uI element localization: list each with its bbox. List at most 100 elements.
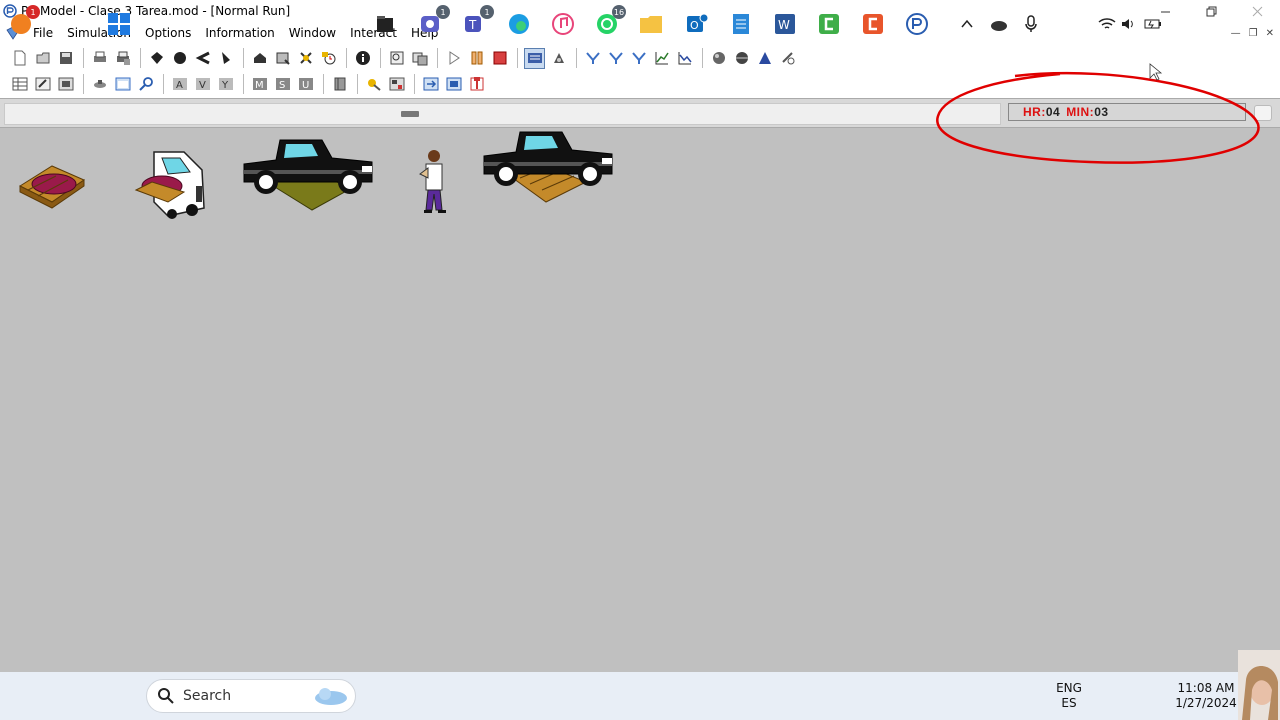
pause-icon[interactable] <box>467 49 486 68</box>
info-icon[interactable] <box>353 49 372 68</box>
windows-start-icon[interactable] <box>106 11 132 37</box>
teams-meeting-icon[interactable]: 1 <box>418 5 450 37</box>
path-icon[interactable] <box>193 49 212 68</box>
capcut-icon[interactable] <box>860 11 886 37</box>
edge-icon[interactable] <box>506 11 532 37</box>
edit-icon[interactable] <box>33 75 52 94</box>
restore-icon <box>1206 6 1216 16</box>
copy-icon[interactable] <box>56 75 75 94</box>
filter3-icon[interactable] <box>629 49 648 68</box>
svg-text:V: V <box>199 80 206 91</box>
processing-icon[interactable] <box>250 49 269 68</box>
s-icon[interactable]: S <box>273 75 292 94</box>
play-icon[interactable] <box>444 49 463 68</box>
tools-icon[interactable] <box>778 49 797 68</box>
m-icon[interactable]: M <box>250 75 269 94</box>
svg-text:Y: Y <box>221 80 229 91</box>
open-icon[interactable] <box>33 49 52 68</box>
scrollbar-thumb[interactable] <box>401 111 419 117</box>
layout-edit-icon[interactable] <box>421 75 440 94</box>
volume-icon[interactable] <box>1116 11 1142 37</box>
book-icon[interactable] <box>330 75 349 94</box>
notification-icon[interactable]: 1 <box>8 5 40 37</box>
stop-icon[interactable] <box>490 49 509 68</box>
mdi-restore-icon[interactable]: ❐ <box>1249 28 1258 39</box>
pallet-icon[interactable] <box>16 156 88 212</box>
clock-area[interactable]: 11:08 AM 1/27/2024 <box>1174 681 1238 711</box>
print-icon[interactable] <box>90 49 109 68</box>
mdi-close-icon[interactable]: ✕ <box>1266 28 1274 39</box>
truck-with-pallet-icon[interactable] <box>240 136 376 212</box>
shifts-icon[interactable] <box>296 49 315 68</box>
menu-options[interactable]: Options <box>138 22 198 44</box>
chart-icon[interactable] <box>652 49 671 68</box>
chart2-icon[interactable] <box>675 49 694 68</box>
svg-text:U: U <box>302 80 309 91</box>
folder-icon[interactable] <box>638 11 664 37</box>
language-indicator[interactable]: ENG ES <box>1052 681 1086 711</box>
layout-canvas[interactable] <box>0 128 1280 672</box>
save-icon[interactable] <box>56 49 75 68</box>
clock-min-value: 03 <box>1094 105 1109 119</box>
y-icon[interactable]: Y <box>216 75 235 94</box>
onedrive-icon[interactable] <box>986 11 1012 37</box>
resource-icon[interactable] <box>216 49 235 68</box>
filter-icon[interactable] <box>583 49 602 68</box>
filter2-icon[interactable] <box>606 49 625 68</box>
forklift-icon[interactable] <box>132 146 212 220</box>
link-icon[interactable] <box>90 75 109 94</box>
camtasia-icon[interactable] <box>816 11 842 37</box>
horizontal-scrollbar[interactable] <box>4 103 1001 125</box>
taskbar-search[interactable]: Search <box>146 679 356 713</box>
print-setup-icon[interactable] <box>113 49 132 68</box>
word-icon[interactable]: W <box>772 11 798 37</box>
taskbar-time: 11:08 AM <box>1177 681 1235 695</box>
teams-icon[interactable]: T1 <box>462 5 494 37</box>
sphere-icon[interactable] <box>709 49 728 68</box>
globe-icon[interactable] <box>732 49 751 68</box>
truck-icon[interactable] <box>480 128 616 204</box>
new-icon[interactable] <box>10 49 29 68</box>
outlook-icon[interactable]: O <box>684 11 710 37</box>
table-icon[interactable] <box>10 75 29 94</box>
whatsapp-icon[interactable]: 16 <box>594 5 626 37</box>
trace-icon[interactable] <box>549 49 568 68</box>
layout-icon[interactable] <box>410 49 429 68</box>
export-icon[interactable] <box>444 75 463 94</box>
whatsapp-badge: 16 <box>612 5 626 19</box>
promodel-icon[interactable] <box>902 11 932 37</box>
mdi-minimize-icon[interactable]: — <box>1231 28 1241 39</box>
menu-information[interactable]: Information <box>198 22 281 44</box>
clock-hr-label: HR: <box>1023 105 1046 119</box>
clock-icon[interactable] <box>319 49 338 68</box>
chevron-up-icon[interactable] <box>954 11 980 37</box>
file-manager-icon[interactable] <box>372 11 398 37</box>
v-icon[interactable]: V <box>193 75 212 94</box>
close-button[interactable] <box>1234 0 1280 22</box>
clock-options-box[interactable] <box>1254 105 1272 121</box>
battery-icon[interactable] <box>1140 11 1166 37</box>
a-icon[interactable]: A <box>170 75 189 94</box>
worker-icon[interactable] <box>414 148 454 218</box>
u-icon[interactable]: U <box>296 75 315 94</box>
language-code: ENG <box>1056 681 1082 695</box>
import-icon[interactable] <box>467 75 486 94</box>
arrivals-icon[interactable] <box>273 49 292 68</box>
search-placeholder: Search <box>183 688 232 704</box>
music-icon[interactable] <box>550 11 576 37</box>
graphics-icon[interactable] <box>387 75 406 94</box>
view-icon[interactable] <box>113 75 132 94</box>
menu-window[interactable]: Window <box>282 22 343 44</box>
notepad-icon[interactable] <box>728 11 754 37</box>
animation-icon[interactable] <box>524 47 545 69</box>
entity-icon[interactable] <box>170 49 189 68</box>
pencil-icon[interactable] <box>364 75 383 94</box>
location-icon[interactable] <box>147 49 166 68</box>
teams-badge: 1 <box>480 5 494 19</box>
triangle-icon[interactable] <box>755 49 774 68</box>
search-icon[interactable] <box>136 75 155 94</box>
microphone-icon[interactable] <box>1018 11 1044 37</box>
zoom-icon[interactable] <box>387 49 406 68</box>
restore-button[interactable] <box>1188 0 1234 22</box>
status-row: HR: 04 MIN: 03 <box>0 98 1280 128</box>
